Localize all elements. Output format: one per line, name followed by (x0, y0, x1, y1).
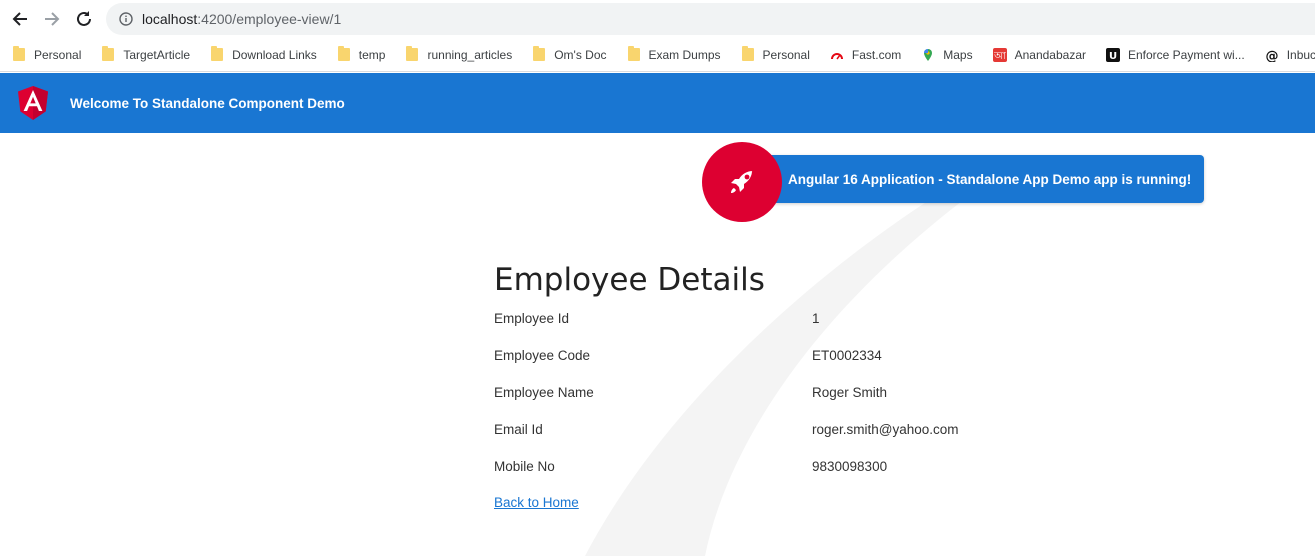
folder-icon (337, 46, 351, 62)
employee-details-section: Employee Details (494, 262, 765, 298)
bookmark-fast[interactable]: Fast.com (830, 48, 901, 62)
bookmark-personal[interactable]: Personal (12, 46, 81, 62)
bookmark-personal-2[interactable]: Personal (741, 46, 810, 62)
field-value-mobile-no: 9830098300 (812, 459, 888, 474)
bookmark-running-articles[interactable]: running_articles (405, 46, 512, 62)
svg-text:আ: আ (993, 51, 1006, 62)
bookmark-maps[interactable]: Maps (921, 48, 973, 62)
field-value-employee-id: 1 (812, 311, 820, 326)
folder-icon (101, 46, 115, 62)
bookmark-targetarticle[interactable]: TargetArticle (101, 46, 190, 62)
url-host: localhost (142, 11, 198, 27)
rocket-icon (702, 142, 782, 222)
url-path: :4200/employee-view/1 (197, 11, 342, 27)
field-label-employee-id: Employee Id (494, 311, 570, 326)
field-label-employee-name: Employee Name (494, 385, 594, 400)
enforce-icon: U (1105, 47, 1120, 62)
folder-icon (12, 46, 26, 62)
svg-text:@: @ (1265, 49, 1278, 62)
back-arrow-icon[interactable] (8, 7, 32, 31)
svg-text:U: U (1109, 51, 1117, 62)
bookmarks-bar: Personal TargetArticle Download Links te… (0, 38, 1315, 72)
folder-icon (210, 46, 224, 62)
page-title: Employee Details (494, 262, 765, 298)
bookmark-enforce-payment[interactable]: U Enforce Payment wi... (1105, 47, 1245, 62)
bookmark-download-links[interactable]: Download Links (210, 46, 317, 62)
folder-icon (532, 46, 546, 62)
back-to-home-link[interactable]: Back to Home (494, 495, 579, 510)
fast-icon (830, 48, 844, 62)
folder-icon (405, 46, 419, 62)
folder-icon (741, 46, 755, 62)
bookmark-oms-doc[interactable]: Om's Doc (532, 46, 607, 62)
bookmark-temp[interactable]: temp (337, 46, 385, 62)
site-info-icon[interactable] (118, 11, 134, 27)
address-bar[interactable]: localhost:4200/employee-view/1 (106, 3, 1315, 35)
reload-icon[interactable] (72, 7, 96, 31)
anandabazar-icon: আ (992, 47, 1007, 62)
forward-arrow-icon[interactable] (40, 7, 64, 31)
maps-icon (921, 48, 935, 62)
at-icon: @ (1265, 48, 1279, 62)
folder-icon (627, 46, 641, 62)
app-running-text: Angular 16 Application - Standalone App … (788, 171, 1192, 187)
field-label-employee-code: Employee Code (494, 348, 591, 363)
angular-logo-icon (18, 86, 48, 120)
field-value-employee-code: ET0002334 (812, 348, 882, 363)
field-label-email-id: Email Id (494, 422, 543, 437)
field-value-email-id: roger.smith@yahoo.com (812, 422, 959, 437)
bookmark-anandabazar[interactable]: আ Anandabazar (992, 47, 1086, 62)
field-label-mobile-no: Mobile No (494, 459, 555, 474)
app-title: Welcome To Standalone Component Demo (70, 96, 345, 111)
browser-toolbar: localhost:4200/employee-view/1 (0, 0, 1315, 38)
bookmark-inbucket[interactable]: @ Inbucket (1265, 48, 1315, 62)
bookmark-exam-dumps[interactable]: Exam Dumps (627, 46, 721, 62)
app-running-card: Angular 16 Application - Standalone App … (760, 155, 1204, 203)
field-value-employee-name: Roger Smith (812, 385, 888, 400)
